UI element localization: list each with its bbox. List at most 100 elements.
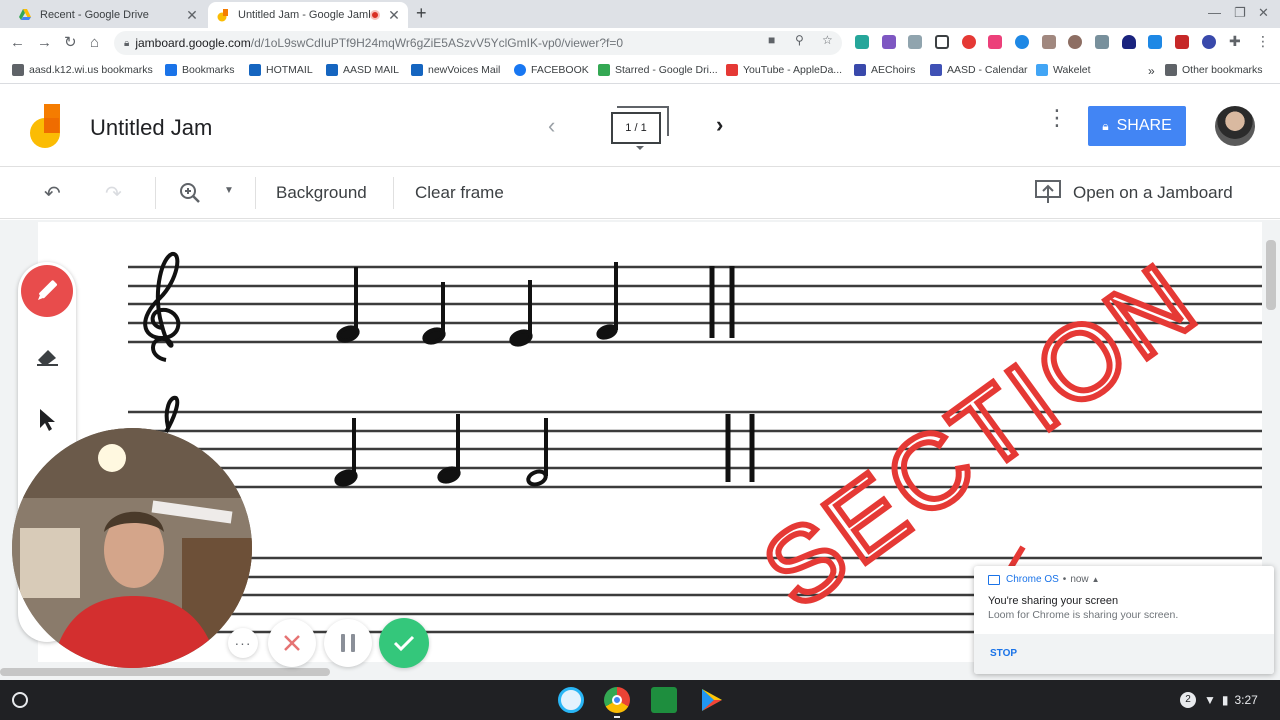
- google-classroom-icon[interactable]: [651, 687, 677, 713]
- bookmark-item[interactable]: Bookmarks: [165, 64, 235, 76]
- page-title[interactable]: Untitled Jam: [90, 115, 212, 141]
- extension-icon[interactable]: [1042, 35, 1056, 49]
- bookmark-item[interactable]: newVoices Mail: [411, 64, 500, 76]
- launcher-icon[interactable]: [12, 692, 28, 708]
- bookmark-label: Wakelet: [1053, 64, 1091, 76]
- cast-to-jamboard-icon[interactable]: [1034, 179, 1062, 211]
- camera-icon[interactable]: ■: [768, 33, 775, 47]
- extension-icon[interactable]: [1175, 35, 1189, 49]
- chevron-up-icon[interactable]: ▲: [1092, 575, 1100, 584]
- redo-icon[interactable]: ↷: [105, 181, 122, 206]
- calendar-icon: [930, 64, 942, 76]
- minimize-icon[interactable]: —: [1208, 5, 1221, 20]
- previous-frame-chevron-icon[interactable]: ‹: [548, 113, 555, 139]
- bookmark-item[interactable]: HOTMAIL: [249, 64, 313, 76]
- stop-sharing-button[interactable]: STOP: [990, 648, 1017, 659]
- play-store-icon[interactable]: [698, 687, 724, 713]
- background-button[interactable]: Background: [276, 183, 367, 203]
- close-window-icon[interactable]: ✕: [1258, 5, 1269, 21]
- star-bookmark-icon[interactable]: ☆: [822, 33, 833, 47]
- extension-icon[interactable]: [988, 35, 1002, 49]
- url-path: /d/1oL9swCdIuPTf9H24mqWr6gZiE5ASzvV5YclG…: [250, 36, 624, 50]
- tab-title: Untitled Jam - Google Jamboard: [238, 9, 370, 21]
- close-tab-icon[interactable]: ✕: [386, 7, 402, 24]
- menu-kebab-icon[interactable]: ⋮: [1256, 33, 1270, 50]
- reload-icon[interactable]: ↻: [64, 34, 77, 52]
- bookmarks-bar: aasd.k12.wi.us bookmarks Bookmarks HOTMA…: [0, 58, 1280, 84]
- frame-bar-button[interactable]: 1 / 1: [611, 106, 669, 150]
- treble-clef-icon: [143, 252, 181, 362]
- more-options-icon[interactable]: ⋮: [1046, 107, 1068, 129]
- battery-icon: ▮: [1221, 693, 1229, 707]
- bookmark-label: Starred - Google Dri...: [615, 64, 718, 76]
- pdf-extension-icon[interactable]: [882, 35, 896, 49]
- new-tab-button[interactable]: +: [416, 3, 427, 24]
- extension-icon[interactable]: [855, 35, 869, 49]
- loom-cancel-button[interactable]: [268, 619, 316, 667]
- bookmark-item[interactable]: AASD - Calendar: [930, 64, 1028, 76]
- zoom-dropdown-icon[interactable]: ▼: [224, 185, 234, 196]
- bookmark-label: Bookmarks: [182, 64, 235, 76]
- loom-pause-button[interactable]: [324, 619, 372, 667]
- chrome-icon[interactable]: [604, 687, 630, 713]
- extensions-puzzle-icon[interactable]: ✚: [1229, 33, 1241, 50]
- cursor-arrow-icon: [40, 409, 55, 431]
- clear-frame-button[interactable]: Clear frame: [415, 183, 504, 203]
- bookmark-item[interactable]: FACEBOOK: [514, 64, 589, 76]
- avatar[interactable]: [1215, 106, 1255, 146]
- bookmark-item[interactable]: AEChoirs: [854, 64, 915, 76]
- bookmark-item[interactable]: Starred - Google Dri...: [598, 64, 718, 76]
- tab-jamboard[interactable]: Untitled Jam - Google Jamboard ✕: [208, 2, 408, 28]
- bookmark-item[interactable]: YouTube - AppleDa...: [726, 64, 842, 76]
- jamboard-logo-icon: [30, 104, 60, 148]
- tab-google-drive[interactable]: Recent - Google Drive ✕: [10, 2, 206, 28]
- recording-indicator-icon: [370, 10, 380, 20]
- extension-icon[interactable]: [1095, 35, 1109, 49]
- lock-icon: 🔒︎: [124, 37, 130, 49]
- select-tool-button[interactable]: [33, 406, 61, 434]
- forward-arrow-icon[interactable]: →: [37, 34, 52, 52]
- url-host: jamboard.google.com: [135, 36, 251, 50]
- bookmark-folder[interactable]: aasd.k12.wi.us bookmarks: [12, 64, 153, 76]
- extension-icon[interactable]: [1202, 35, 1216, 49]
- other-bookmarks-folder[interactable]: Other bookmarks: [1165, 64, 1263, 76]
- grid-extension-icon[interactable]: [935, 35, 949, 49]
- loom-finish-button[interactable]: [379, 618, 429, 668]
- zoom-icon[interactable]: ⚲: [795, 33, 804, 47]
- restore-icon[interactable]: ❐: [1234, 5, 1246, 21]
- outlook-icon: [249, 64, 261, 76]
- open-on-jamboard-button[interactable]: Open on a Jamboard: [1073, 183, 1233, 203]
- extension-icon[interactable]: [1015, 35, 1029, 49]
- horizontal-scrollbar[interactable]: [0, 668, 330, 676]
- bookmark-label: Other bookmarks: [1182, 64, 1263, 76]
- bookmark-label: newVoices Mail: [428, 64, 501, 76]
- jamboard-header: Untitled Jam ‹ 1 / 1 › ⋮ 🔒︎ SHARE: [0, 85, 1280, 167]
- chevron-down-icon: [636, 146, 644, 150]
- share-button[interactable]: 🔒︎ SHARE: [1088, 106, 1186, 146]
- bookmark-item[interactable]: Wakelet: [1036, 64, 1091, 76]
- undo-icon[interactable]: ↶: [44, 181, 61, 206]
- skype-icon[interactable]: [558, 687, 584, 713]
- next-frame-chevron-icon[interactable]: ›: [716, 112, 723, 138]
- pen-tool-button[interactable]: [21, 265, 73, 317]
- outlook-icon: [411, 64, 423, 76]
- back-arrow-icon[interactable]: ←: [10, 34, 25, 52]
- zoom-icon[interactable]: [178, 181, 202, 211]
- extension-icon[interactable]: [1148, 35, 1162, 49]
- extension-icon[interactable]: [1068, 35, 1082, 49]
- home-icon[interactable]: ⌂: [90, 34, 99, 52]
- bookmark-item[interactable]: AASD MAIL: [326, 64, 399, 76]
- pause-icon: [341, 634, 345, 652]
- extension-icon[interactable]: [908, 35, 922, 49]
- address-bar[interactable]: 🔒︎ jamboard.google.com/d/1oL9swCdIuPTf9H…: [114, 31, 842, 55]
- running-indicator: [614, 716, 620, 718]
- status-tray[interactable]: 2 ▼ ▮ 3:27: [1180, 690, 1258, 710]
- loom-more-options-button[interactable]: ···: [228, 628, 258, 658]
- close-tab-icon[interactable]: ✕: [184, 7, 200, 24]
- extension-icon[interactable]: [962, 35, 976, 49]
- cloud-extension-icon[interactable]: [1122, 35, 1136, 49]
- bookmarks-overflow-button[interactable]: »: [1148, 64, 1155, 78]
- eraser-tool-button[interactable]: [33, 342, 61, 370]
- loom-camera-bubble[interactable]: [12, 428, 252, 668]
- vertical-scrollbar[interactable]: [1266, 240, 1276, 310]
